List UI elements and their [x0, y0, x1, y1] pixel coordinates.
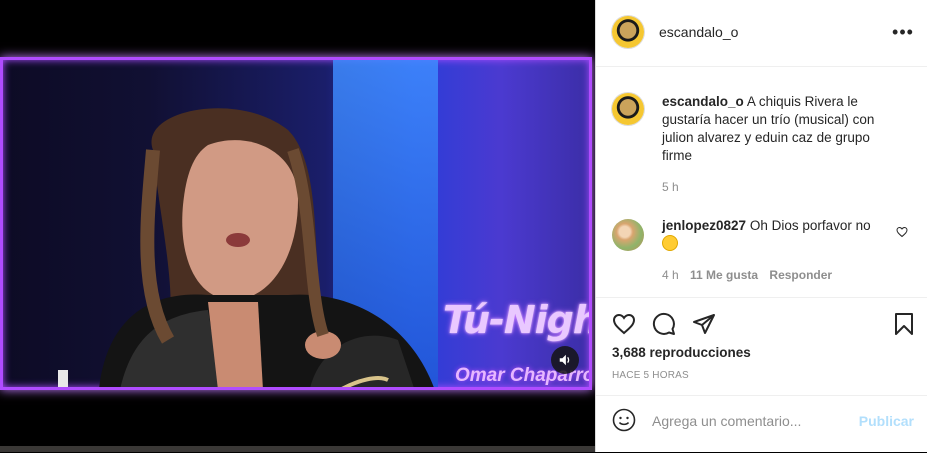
save-button[interactable] — [890, 310, 918, 338]
share-button[interactable] — [690, 310, 718, 338]
bookmark-icon — [895, 313, 913, 335]
comments-section: escandalo_o A chiquis Rivera le gustaría… — [596, 67, 927, 297]
author-username[interactable]: escandalo_o — [659, 24, 738, 40]
caption-username[interactable]: escandalo_o — [662, 94, 744, 109]
caption: escandalo_o A chiquis Rivera le gustaría… — [662, 93, 882, 165]
author-avatar[interactable] — [612, 16, 644, 48]
publish-button[interactable]: Publicar — [859, 413, 914, 429]
add-comment-bar: Publicar — [596, 395, 927, 453]
comment-meta: 4 h 11 Me gusta Responder — [662, 268, 832, 282]
post-actions — [596, 297, 927, 352]
comment-text: Oh Dios porfavor no — [749, 218, 871, 233]
view-count[interactable]: 3,688 reproducciones — [612, 345, 751, 360]
grinning-sweat-emoji — [662, 235, 678, 251]
emoji-smile-icon[interactable] — [612, 408, 636, 432]
video-frame[interactable]: Tú-Night Omar Chaparro — [0, 57, 592, 390]
comment-input[interactable] — [652, 413, 852, 429]
send-icon — [693, 314, 715, 334]
background-strip — [0, 446, 595, 452]
video-person-image — [58, 108, 434, 387]
post-timestamp[interactable]: HACE 5 HORAS — [612, 370, 689, 381]
comment-like-heart-icon[interactable] — [896, 226, 908, 238]
comment-time[interactable]: 4 h — [662, 268, 679, 282]
sound-toggle-button[interactable] — [551, 346, 579, 374]
comment-bubble-icon — [652, 312, 675, 335]
like-button[interactable] — [610, 310, 638, 338]
caption-avatar[interactable] — [612, 93, 644, 125]
caption-time[interactable]: 5 h — [662, 180, 679, 194]
post-sidebar: escandalo_o ••• escandalo_o A chiquis Ri… — [595, 0, 927, 452]
comment-button[interactable] — [650, 310, 678, 338]
speaker-icon — [559, 354, 570, 366]
overlay-title: Tú-Night — [443, 298, 589, 342]
comment-username[interactable]: jenlopez0827 — [662, 218, 746, 233]
heart-icon — [612, 313, 636, 335]
more-options-icon[interactable]: ••• — [891, 20, 915, 44]
post-header: escandalo_o ••• — [596, 0, 927, 67]
commenter-avatar[interactable] — [612, 219, 644, 251]
video-player[interactable]: Tú-Night Omar Chaparro — [0, 0, 595, 452]
comment: jenlopez0827 Oh Dios porfavor no — [662, 217, 882, 254]
comment-likes[interactable]: 11 Me gusta — [690, 268, 758, 282]
reply-button[interactable]: Responder — [769, 268, 832, 282]
